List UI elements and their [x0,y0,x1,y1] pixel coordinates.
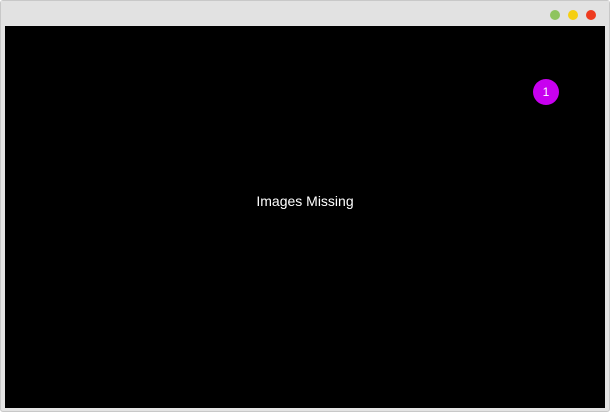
window-control-green-dot[interactable] [550,10,560,20]
count-badge[interactable]: 1 [533,79,559,105]
image-viewport: Images Missing 1 [5,26,605,408]
title-bar [1,1,609,25]
window-control-yellow-dot[interactable] [568,10,578,20]
window-control-red-dot[interactable] [586,10,596,20]
images-missing-message: Images Missing [256,193,354,209]
app-window: Images Missing 1 [0,0,610,412]
